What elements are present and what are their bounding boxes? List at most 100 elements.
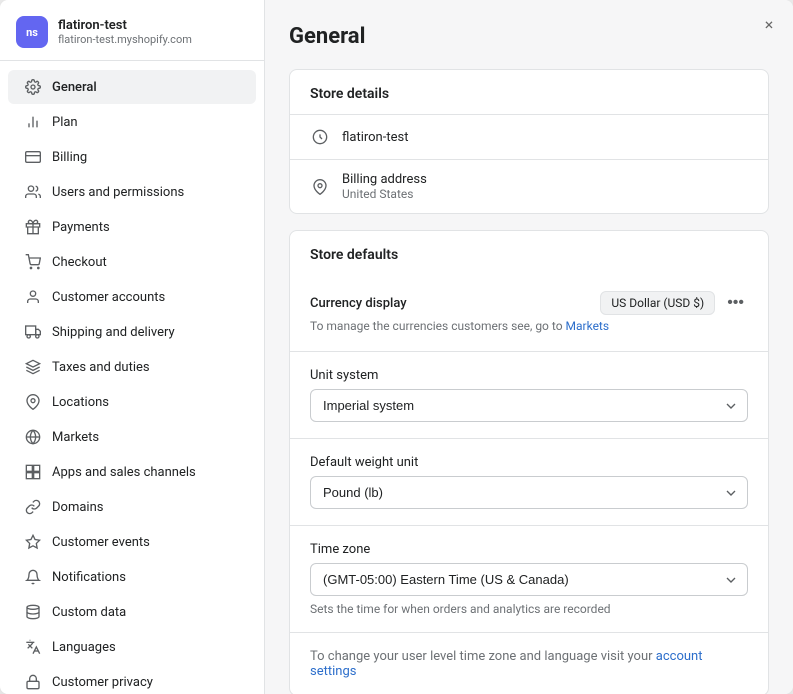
currency-right: US Dollar (USD $) ••• [600,291,748,315]
sidebar-item-label-notifications: Notifications [52,570,126,585]
weight-label: Default weight unit [310,455,748,470]
unit-system-wrapper: Imperial system [310,389,748,422]
sidebar-item-plan[interactable]: Plan [8,105,256,139]
main-content: General Store details flatiron-test Bill… [265,0,793,694]
sidebar-item-label-checkout: Checkout [52,255,107,270]
timezone-select[interactable]: (GMT-05:00) Eastern Time (US & Canada) [310,563,748,596]
notifications-icon [24,568,42,586]
currency-row: Currency display US Dollar (USD $) ••• [310,291,748,315]
sidebar-item-customer-accounts[interactable]: Customer accounts [8,280,256,314]
app-window: × ns flatiron-test flatiron-test.myshopi… [0,0,793,694]
store-details-title: Store details [290,70,768,114]
store-name-detail: flatiron-test [342,130,408,145]
languages-icon [24,638,42,656]
payments-icon [24,218,42,236]
sidebar-item-label-payments: Payments [52,220,110,235]
store-avatar: ns [16,16,48,48]
sidebar-item-notifications[interactable]: Notifications [8,560,256,594]
billing-label: Billing address [342,172,427,187]
sidebar-item-apps[interactable]: Apps and sales channels [8,455,256,489]
domains-icon [24,498,42,516]
sidebar-item-label-plan: Plan [52,115,78,130]
gear-icon [24,78,42,96]
sidebar-item-label-shipping: Shipping and delivery [52,325,175,340]
sidebar-item-customer-events[interactable]: Customer events [8,525,256,559]
billing-address-row: Billing address United States [290,159,768,213]
sidebar-item-general[interactable]: General [8,70,256,104]
currency-section: Currency display US Dollar (USD $) ••• T… [290,275,768,351]
unit-system-section: Unit system Imperial system [290,351,768,438]
sidebar-item-users[interactable]: Users and permissions [8,175,256,209]
currency-more-button[interactable]: ••• [723,292,748,314]
currency-desc: To manage the currencies customers see, … [310,319,748,333]
shipping-icon [24,323,42,341]
location-icon [24,393,42,411]
users-icon [24,183,42,201]
sidebar-item-label-markets: Markets [52,430,99,445]
store-name: flatiron-test [58,18,192,33]
store-defaults-title: Store defaults [290,231,768,275]
currency-badge: US Dollar (USD $) [600,291,715,315]
sidebar-item-shipping[interactable]: Shipping and delivery [8,315,256,349]
events-icon [24,533,42,551]
sidebar-item-custom-data[interactable]: Custom data [8,595,256,629]
timezone-label: Time zone [310,542,748,557]
unit-system-label: Unit system [310,368,748,383]
billing-value: United States [342,187,427,201]
store-icon [310,127,330,147]
sidebar-item-label-users: Users and permissions [52,185,184,200]
currency-label: Currency display [310,296,407,311]
sidebar-item-label-locations: Locations [52,395,109,410]
store-name-row: flatiron-test [290,114,768,159]
store-url: flatiron-test.myshopify.com [58,33,192,46]
checkout-icon [24,253,42,271]
sidebar-item-label-general: General [52,80,97,95]
weight-wrapper: Pound (lb) [310,476,748,509]
sidebar-item-label-customer-accounts: Customer accounts [52,290,165,305]
sidebar-item-label-languages: Languages [52,640,116,655]
taxes-icon [24,358,42,376]
unit-system-select[interactable]: Imperial system [310,389,748,422]
location-detail-icon [310,177,330,197]
customer-icon [24,288,42,306]
chart-icon [24,113,42,131]
sidebar-item-languages[interactable]: Languages [8,630,256,664]
account-link-row: To change your user level time zone and … [290,632,768,694]
privacy-icon [24,673,42,691]
sidebar-item-domains[interactable]: Domains [8,490,256,524]
store-info: flatiron-test flatiron-test.myshopify.co… [58,18,192,46]
sidebar-nav: General Plan Billing Users [0,61,264,694]
markets-icon [24,428,42,446]
account-link-text: To change your user level time zone and … [310,649,653,664]
sidebar: ns flatiron-test flatiron-test.myshopify… [0,0,265,694]
close-button[interactable]: × [757,12,781,36]
sidebar-item-label-billing: Billing [52,150,87,165]
sidebar-item-label-domains: Domains [52,500,103,515]
sidebar-item-label-apps: Apps and sales channels [52,465,196,480]
sidebar-item-label-custom-data: Custom data [52,605,126,620]
sidebar-item-markets[interactable]: Markets [8,420,256,454]
apps-icon [24,463,42,481]
weight-select[interactable]: Pound (lb) [310,476,748,509]
sidebar-item-billing[interactable]: Billing [8,140,256,174]
sidebar-item-locations[interactable]: Locations [8,385,256,419]
weight-section: Default weight unit Pound (lb) [290,438,768,525]
sidebar-item-label-taxes: Taxes and duties [52,360,150,375]
timezone-hint: Sets the time for when orders and analyt… [310,602,748,616]
custom-icon [24,603,42,621]
billing-info: Billing address United States [342,172,427,201]
sidebar-item-payments[interactable]: Payments [8,210,256,244]
page-title: General [289,24,769,49]
billing-icon [24,148,42,166]
store-details-card: Store details flatiron-test Billing addr… [289,69,769,214]
sidebar-item-privacy[interactable]: Customer privacy [8,665,256,694]
markets-link[interactable]: Markets [566,319,610,333]
store-defaults-card: Store defaults Currency display US Dolla… [289,230,769,694]
timezone-wrapper: (GMT-05:00) Eastern Time (US & Canada) [310,563,748,596]
sidebar-item-checkout[interactable]: Checkout [8,245,256,279]
store-header: ns flatiron-test flatiron-test.myshopify… [0,0,264,61]
sidebar-item-label-privacy: Customer privacy [52,675,153,690]
timezone-section: Time zone (GMT-05:00) Eastern Time (US &… [290,525,768,632]
sidebar-item-label-events: Customer events [52,535,150,550]
sidebar-item-taxes[interactable]: Taxes and duties [8,350,256,384]
